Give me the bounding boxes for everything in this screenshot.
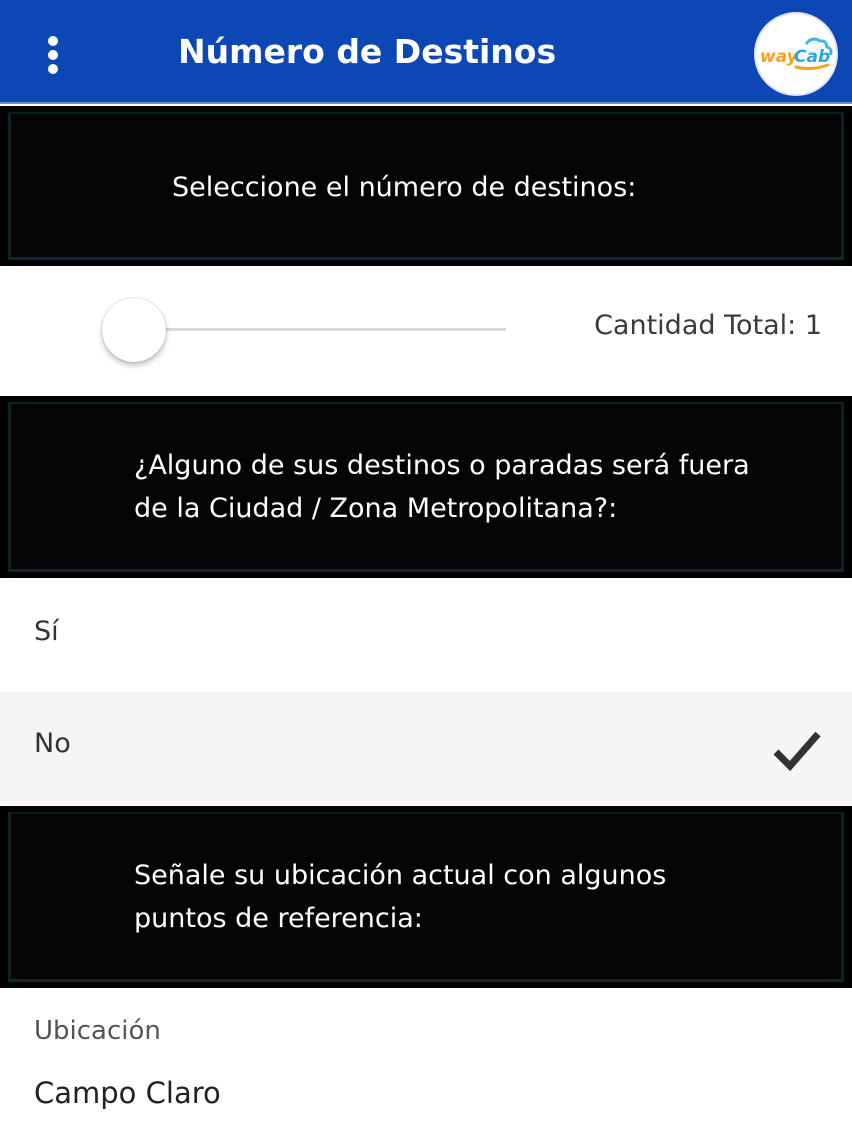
more-vert-icon-dot xyxy=(48,50,58,60)
svg-text:way: way xyxy=(760,47,799,67)
outside-city-prompt-line2: de la Ciudad / Zona Metropolitana?: xyxy=(134,493,618,524)
option-no-label: No xyxy=(34,728,71,759)
location-banner: Señale su ubicación actual con algunos p… xyxy=(0,806,852,988)
destinations-banner: Seleccione el número de destinos: xyxy=(0,106,852,266)
logo-icon: way Cab xyxy=(760,37,833,71)
location-field-label: Ubicación xyxy=(34,1016,161,1046)
location-input[interactable] xyxy=(34,1068,814,1118)
svg-text:Cab: Cab xyxy=(794,47,830,67)
option-si-label: Sí xyxy=(34,616,59,647)
location-prompt-line2: puntos de referencia: xyxy=(134,903,423,934)
overflow-menu-button[interactable] xyxy=(34,28,74,78)
destinations-prompt: Seleccione el número de destinos: xyxy=(172,172,637,203)
slider-track[interactable] xyxy=(160,328,506,331)
outside-city-banner: ¿Alguno de sus destinos o paradas será f… xyxy=(0,396,852,578)
app-bar: Número de Destinos way Cab xyxy=(0,0,852,104)
checkmark-icon xyxy=(773,731,821,772)
option-si[interactable]: Sí xyxy=(0,580,852,692)
page-title: Número de Destinos xyxy=(178,32,557,71)
slider-thumb[interactable] xyxy=(102,298,166,362)
more-vert-icon xyxy=(48,36,58,46)
outside-city-prompt-line1: ¿Alguno de sus destinos o paradas será f… xyxy=(134,450,750,481)
total-count-label: Cantidad Total: 1 xyxy=(594,310,822,341)
location-prompt-line1: Señale su ubicación actual con algunos xyxy=(134,860,667,891)
more-vert-icon-dot xyxy=(48,64,58,74)
waycab-logo[interactable]: way Cab xyxy=(754,12,838,96)
option-no[interactable]: No xyxy=(0,692,852,804)
